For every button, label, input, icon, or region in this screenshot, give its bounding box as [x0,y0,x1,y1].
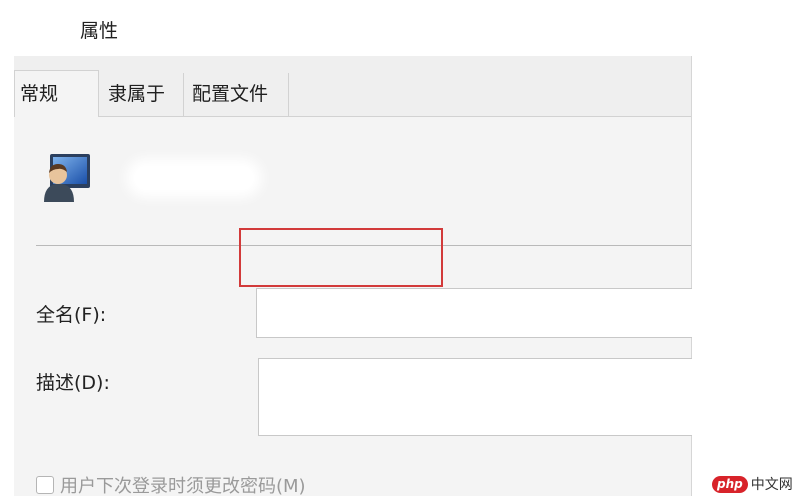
description-label: 描述(D): [36,372,110,394]
watermark-badge: php [712,475,748,493]
window-title: 属性 [80,20,119,42]
tab-profile[interactable]: 配置文件 [184,73,289,116]
fullname-label: 全名(F): [36,304,107,326]
change-password-checkbox[interactable] [36,476,54,494]
tab-strip: 常规 隶属于 配置文件 [14,56,691,117]
tab-general[interactable]: 常规 [14,70,99,117]
fullname-input[interactable] [256,288,692,338]
properties-dialog: 常规 隶属于 配置文件 全名(F): 描述(D): 用户下次登录时须更改密码(M… [14,56,692,498]
tab-member-of[interactable]: 隶属于 [100,73,184,116]
change-password-label: 用户下次登录时须更改密码(M) [60,476,306,497]
username-redacted [134,166,254,190]
description-input[interactable] [258,358,692,436]
watermark: php 中文网 [712,474,793,494]
change-password-option[interactable]: 用户下次登录时须更改密码(M) [36,472,306,498]
watermark-site: 中文网 [750,477,793,493]
divider [36,245,691,246]
user-computer-icon [36,152,92,202]
